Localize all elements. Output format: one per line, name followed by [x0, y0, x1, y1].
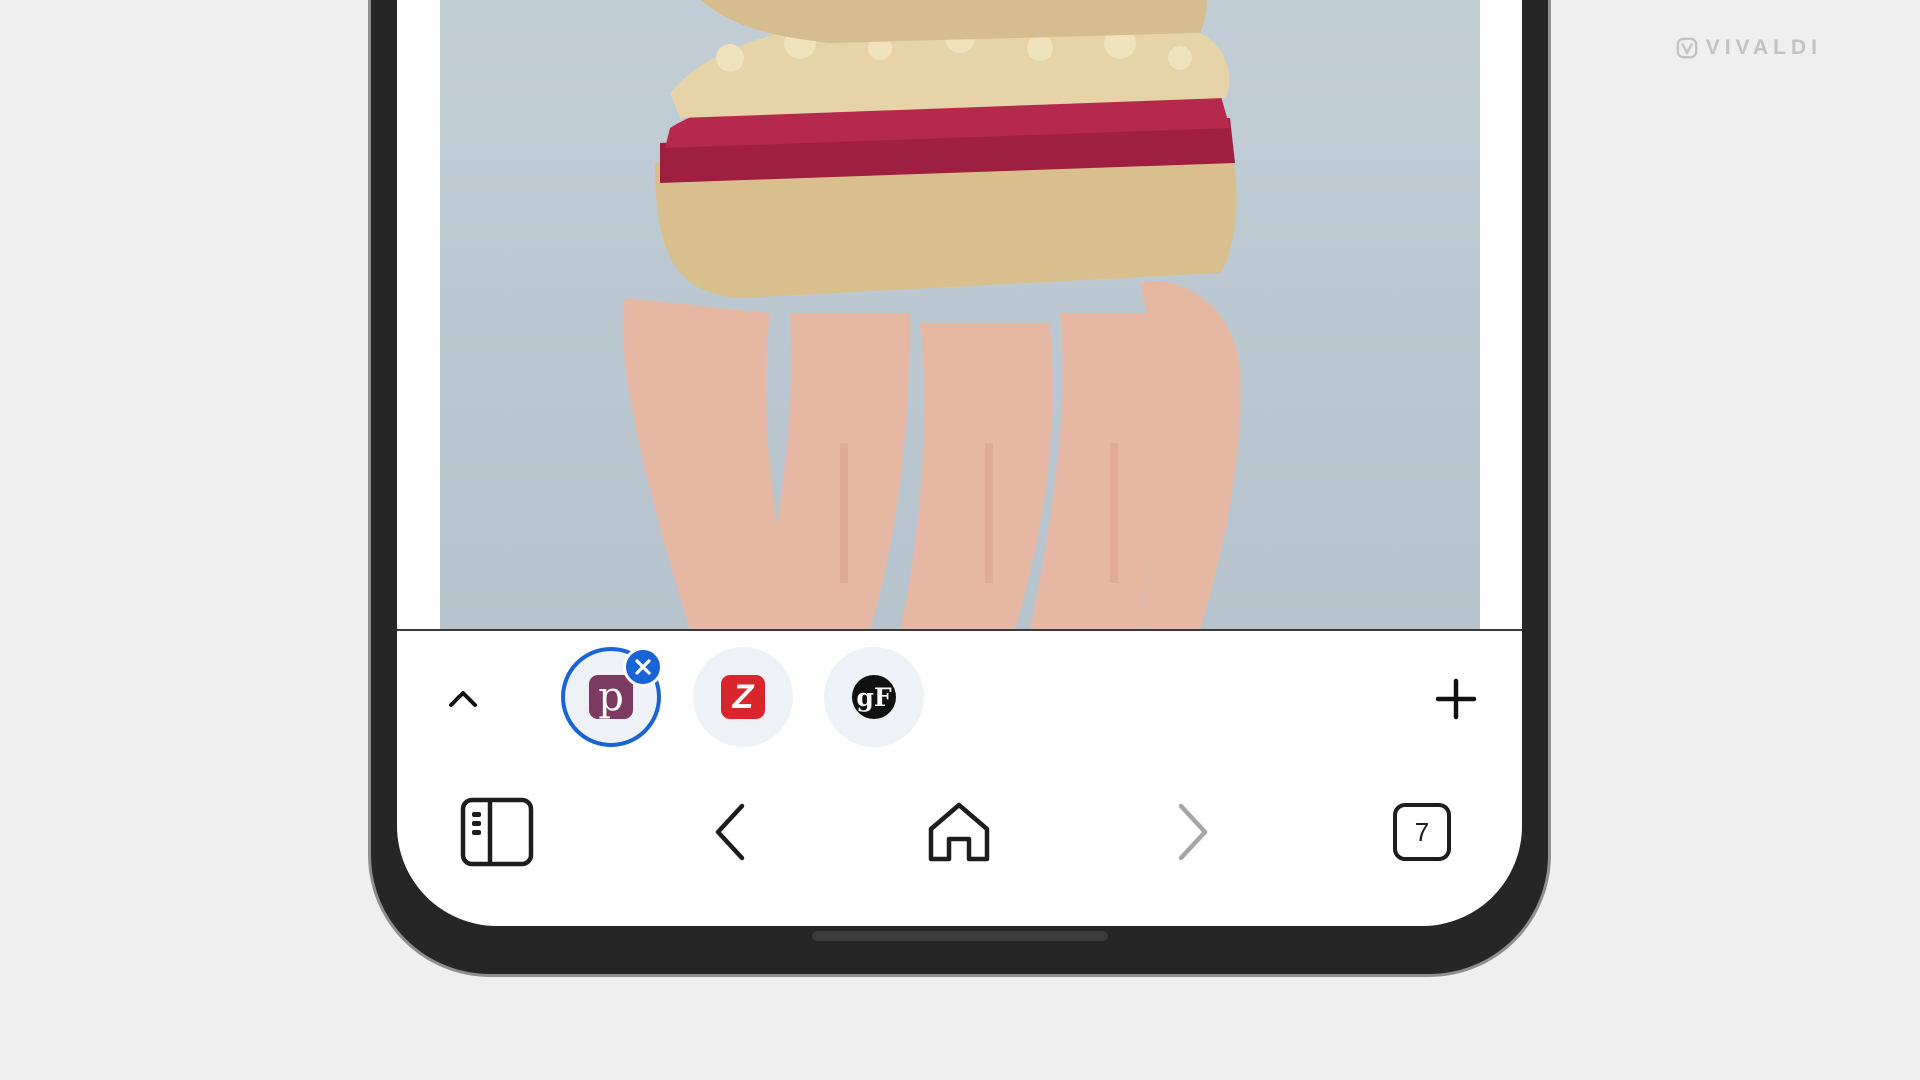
tab-count-badge: 7: [1393, 803, 1451, 861]
brand-label: VIVALDI: [1705, 36, 1822, 59]
back-button[interactable]: [691, 792, 771, 872]
tab-stack-tab-3[interactable]: gF: [824, 647, 924, 747]
bottom-toolbar: 7: [397, 764, 1522, 899]
home-indicator-bar[interactable]: [811, 931, 1108, 941]
phone-frame: p Z gF 7: [368, 0, 1551, 977]
panels-button[interactable]: [457, 792, 537, 872]
collapse-tab-stack-button[interactable]: [432, 668, 494, 730]
content-photo: [440, 0, 1480, 630]
home-button[interactable]: [919, 792, 999, 872]
close-tab-button[interactable]: [623, 647, 663, 687]
home-icon: [928, 802, 990, 862]
tab-favicon: gF: [852, 675, 896, 719]
new-tab-in-stack-button[interactable]: [1425, 668, 1487, 730]
tab-favicon: p: [589, 675, 633, 719]
tab-stack-tab-1[interactable]: p: [561, 647, 663, 747]
close-icon: [635, 659, 651, 675]
tab-count-label: 7: [1414, 816, 1430, 847]
vivaldi-logo-icon: [1676, 37, 1698, 59]
vivaldi-watermark: VIVALDI: [1676, 36, 1822, 60]
plus-icon: [1435, 678, 1477, 720]
chevron-up-icon: [449, 691, 477, 707]
tab-stack-tab-2[interactable]: Z: [693, 647, 793, 747]
forward-arrow-icon: [1178, 803, 1208, 861]
tab-favicon: Z: [721, 675, 765, 719]
panel-toggle-icon: [460, 797, 534, 867]
tab-stack-panel: p Z gF: [397, 631, 1522, 764]
phone-screen: p Z gF 7: [397, 0, 1522, 926]
back-arrow-icon: [715, 803, 745, 861]
tab-switcher-button[interactable]: 7: [1382, 792, 1462, 872]
forward-button[interactable]: [1152, 792, 1232, 872]
